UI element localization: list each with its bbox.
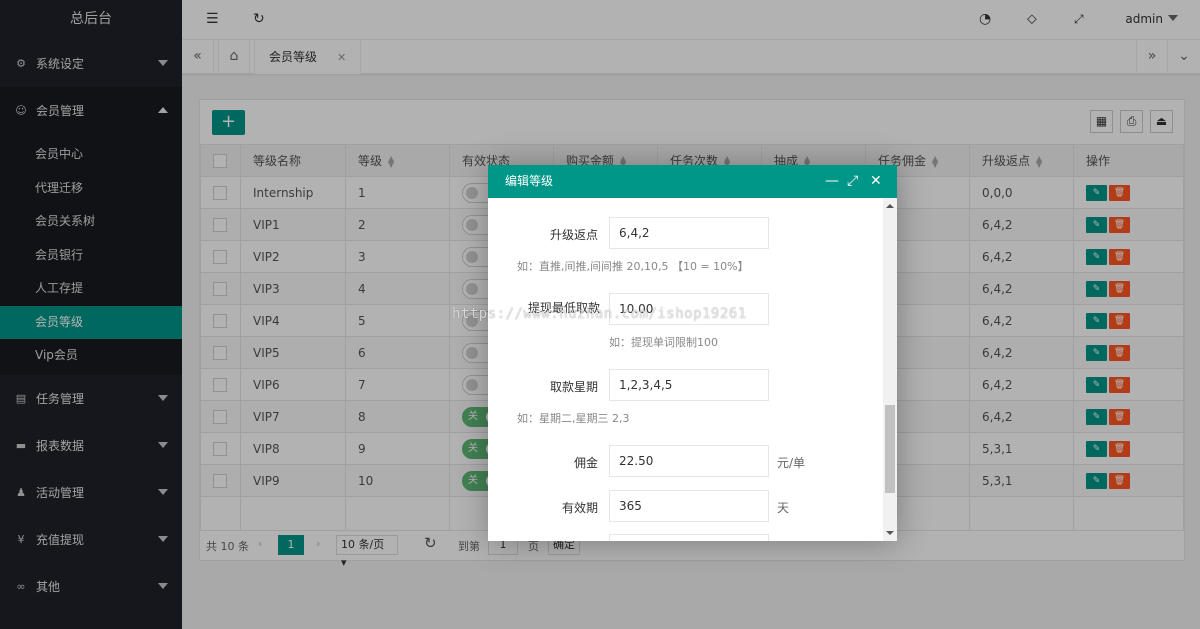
dialog-scrollbar[interactable] [883, 198, 897, 541]
dialog-header: 编辑等级 — ⤢ ✕ [488, 165, 897, 198]
withdraw-days-input[interactable]: 1,2,3,4,5 [609, 369, 769, 401]
field-label: 升级返点 [549, 228, 598, 242]
edit-level-dialog: 编辑等级 — ⤢ ✕ 升级返点 6,4,2 如：直推,间推,间间推 20,10,… [488, 165, 897, 541]
field-label: 取款星期 [549, 380, 598, 394]
minimize-icon[interactable]: — [825, 165, 839, 198]
validity-unit: 天 [777, 501, 790, 515]
close-icon[interactable]: ✕ [870, 165, 882, 198]
dialog-body: 升级返点 6,4,2 如：直推,间推,间间推 20,10,5 【10 = 10%… [488, 198, 897, 541]
scroll-down-icon[interactable] [886, 531, 894, 535]
scroll-thumb[interactable] [885, 405, 895, 493]
rebate-input[interactable]: 6,4,2 [609, 217, 769, 249]
field-label: 佣金 [573, 456, 598, 470]
maximize-icon[interactable]: ⤢ [847, 165, 858, 198]
min-withdraw-hint: 如：提现单词限制100 [609, 336, 718, 349]
field-label: 有效期 [561, 501, 598, 515]
rebate-hint: 如：直推,间推,间间推 20,10,5 【10 = 10%】 [517, 260, 749, 273]
commission-input[interactable]: 22.50 [609, 445, 769, 477]
watermark-text: https://www.huzhan.com/ishop19261 [452, 306, 747, 322]
next-field-input[interactable] [609, 534, 769, 541]
withdraw-days-hint: 如：星期二,星期三 2,3 [517, 412, 630, 425]
dialog-title: 编辑等级 [505, 174, 554, 188]
commission-unit: 元/单 [777, 456, 806, 470]
scroll-up-icon[interactable] [886, 204, 894, 208]
validity-input[interactable]: 365 [609, 490, 769, 522]
